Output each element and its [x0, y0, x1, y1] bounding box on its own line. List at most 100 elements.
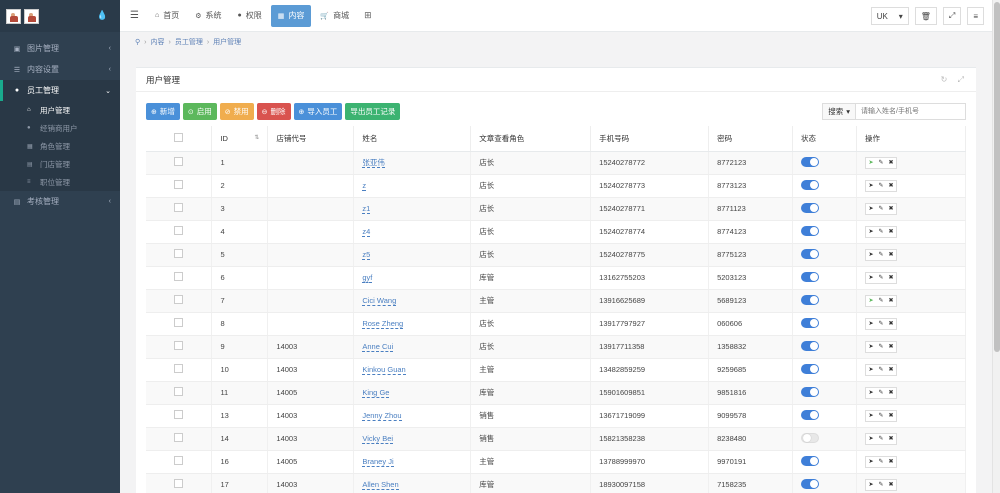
send-icon[interactable]: ➤ [866, 296, 876, 306]
enable-button[interactable]: ⊙ 启用 [182, 103, 217, 120]
status-toggle[interactable] [801, 432, 820, 443]
edit-icon[interactable]: ✎ [876, 319, 886, 329]
delete-icon[interactable]: ✖ [886, 250, 896, 260]
breadcrumb-item[interactable]: 员工管理 [175, 37, 203, 47]
row-checkbox[interactable] [174, 249, 184, 258]
sidebar-item-staff[interactable]: ● 员工管理 ⌄ [0, 80, 120, 101]
drop-icon[interactable]: 💧 [97, 10, 108, 21]
breadcrumb-item[interactable]: 内容 [150, 37, 164, 47]
send-icon[interactable]: ➤ [866, 158, 876, 168]
tab-system[interactable]: ⚙ 系统 [188, 5, 228, 27]
edit-icon[interactable]: ✎ [876, 457, 886, 467]
send-icon[interactable]: ➤ [866, 342, 876, 352]
status-toggle[interactable] [801, 317, 820, 328]
row-checkbox[interactable] [174, 226, 184, 235]
send-icon[interactable]: ➤ [866, 227, 876, 237]
search-dropdown-button[interactable]: 搜索 ▾ [822, 103, 856, 120]
name-editable-link[interactable]: gyf [362, 273, 373, 283]
name-editable-link[interactable]: Rose Zheng [362, 319, 404, 329]
status-toggle[interactable] [801, 340, 820, 351]
status-toggle[interactable] [801, 363, 820, 374]
status-toggle[interactable] [801, 455, 820, 466]
status-toggle[interactable] [801, 386, 820, 397]
name-editable-link[interactable]: Vicky Bei [362, 434, 394, 444]
delete-icon[interactable]: ✖ [886, 480, 896, 490]
edit-icon[interactable]: ✎ [876, 365, 886, 375]
send-icon[interactable]: ➤ [866, 181, 876, 191]
delete-icon[interactable]: ✖ [886, 319, 896, 329]
row-checkbox[interactable] [174, 272, 184, 281]
sidebar-item-content-settings[interactable]: ☰ 内容设置 ‹ [0, 59, 120, 80]
add-button[interactable]: ⊕ 新增 [146, 103, 180, 120]
delete-icon[interactable]: ✖ [886, 411, 896, 421]
send-icon[interactable]: ➤ [866, 434, 876, 444]
status-toggle[interactable] [801, 179, 820, 190]
status-toggle[interactable] [801, 225, 820, 236]
status-toggle[interactable] [801, 478, 820, 489]
delete-icon[interactable]: ✖ [886, 342, 896, 352]
edit-icon[interactable]: ✎ [876, 434, 886, 444]
grid-icon[interactable]: ⊞ [364, 10, 372, 21]
delete-icon[interactable]: ✖ [886, 434, 896, 444]
select-all-checkbox[interactable] [174, 132, 184, 142]
disable-button[interactable]: ⊘ 禁用 [219, 103, 254, 120]
delete-icon[interactable]: ✖ [886, 365, 896, 375]
tab-mall[interactable]: 🛒 商城 [313, 5, 356, 27]
edit-icon[interactable]: ✎ [876, 273, 886, 283]
import-staff-button[interactable]: ⊕ 导入员工 [293, 103, 343, 120]
language-select[interactable]: UK ▾ [870, 7, 909, 25]
row-checkbox[interactable] [174, 180, 184, 189]
edit-icon[interactable]: ✎ [876, 388, 886, 398]
breadcrumb-item[interactable]: 用户管理 [213, 37, 241, 47]
name-editable-link[interactable]: Allen Shen [362, 480, 399, 490]
row-checkbox[interactable] [174, 341, 184, 350]
delete-icon[interactable]: ✖ [886, 388, 896, 398]
send-icon[interactable]: ➤ [866, 411, 876, 421]
delete-icon[interactable]: ✖ [886, 158, 896, 168]
name-editable-link[interactable]: z [362, 181, 367, 191]
name-editable-link[interactable]: z1 [362, 204, 371, 214]
row-checkbox[interactable] [174, 295, 184, 304]
sidebar-item-assessment[interactable]: ▤ 考核管理 ‹ [0, 191, 120, 212]
edit-icon[interactable]: ✎ [876, 296, 886, 306]
row-checkbox[interactable] [174, 387, 184, 396]
sidebar-subitem-dealer-users[interactable]: ● 经销商用户 [0, 119, 120, 137]
status-toggle[interactable] [801, 271, 820, 282]
refresh-icon[interactable]: ↻ [941, 75, 948, 84]
row-checkbox[interactable] [174, 456, 184, 465]
sidebar-subitem-user-management[interactable]: ⌂ 用户管理 [0, 101, 120, 119]
row-checkbox[interactable] [174, 157, 184, 166]
column-header-id[interactable]: ID ⇅ [211, 126, 269, 152]
name-editable-link[interactable]: King Ge [362, 388, 390, 398]
send-icon[interactable]: ➤ [866, 457, 876, 467]
delete-icon[interactable]: ✖ [886, 227, 896, 237]
send-icon[interactable]: ➤ [866, 273, 876, 283]
status-toggle[interactable] [801, 294, 820, 305]
fullscreen-button[interactable]: ⤢ [942, 7, 962, 25]
name-editable-link[interactable]: Kinkou Guan [362, 365, 406, 375]
send-icon[interactable]: ➤ [866, 365, 876, 375]
status-toggle[interactable] [801, 248, 820, 259]
edit-icon[interactable]: ✎ [876, 227, 886, 237]
delete-icon[interactable]: ✖ [886, 296, 896, 306]
sidebar-subitem-positions[interactable]: ≡ 职位管理 [0, 173, 120, 191]
avatar[interactable] [24, 8, 39, 24]
scrollbar-thumb[interactable] [994, 2, 1000, 352]
row-checkbox[interactable] [174, 479, 184, 488]
status-toggle[interactable] [801, 202, 820, 213]
row-checkbox[interactable] [174, 364, 184, 373]
name-editable-link[interactable]: z4 [362, 227, 371, 237]
name-editable-link[interactable]: 张亚伟 [362, 158, 385, 168]
delete-button[interactable]: ⊖ 删除 [256, 103, 291, 120]
tab-home[interactable]: ⌂ 首页 [148, 5, 186, 27]
tab-permissions[interactable]: ● 权限 [231, 5, 269, 27]
row-checkbox[interactable] [174, 203, 184, 212]
export-staff-records-button[interactable]: 导出员工记录 [345, 103, 401, 120]
name-editable-link[interactable]: Braney Ji [362, 457, 394, 467]
send-icon[interactable]: ➤ [866, 250, 876, 260]
row-checkbox[interactable] [174, 410, 184, 419]
send-icon[interactable]: ➤ [866, 480, 876, 490]
row-checkbox[interactable] [174, 318, 184, 327]
name-editable-link[interactable]: Anne Cui [362, 342, 394, 352]
edit-icon[interactable]: ✎ [876, 411, 886, 421]
